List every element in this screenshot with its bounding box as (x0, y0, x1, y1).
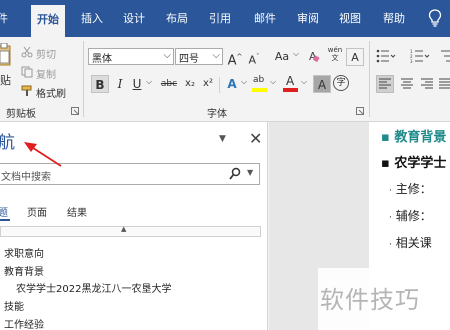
change-case-button[interactable]: Aa (270, 48, 294, 66)
phonetic-guide-label: wén (327, 46, 343, 54)
text-effects-button[interactable]: A (223, 75, 241, 93)
chevron-down-icon: ⌵ (293, 49, 300, 58)
align-right-icon[interactable] (419, 76, 435, 92)
doc-list-text: 相关课 (395, 236, 432, 250)
font-group-label: 字体 (207, 109, 227, 120)
tab-results[interactable]: 结果 (67, 204, 87, 219)
font-color-label: A (286, 74, 295, 88)
tab-pages[interactable]: 页面 (27, 204, 47, 219)
tab-headings[interactable]: 题 (0, 204, 8, 219)
numbering-icon[interactable]: 1 2 3 (410, 49, 430, 63)
heading-item[interactable]: 技能 (4, 298, 24, 313)
highlight-swatch (252, 88, 267, 92)
tab-insert[interactable]: 插入 (81, 10, 103, 26)
tab-design[interactable]: 设计 (123, 10, 145, 26)
heading-item[interactable]: 求职意向 (4, 245, 44, 260)
justify-icon[interactable] (438, 76, 450, 92)
grow-font-button[interactable]: A^ (226, 48, 244, 68)
highlight-label: ab (253, 75, 265, 85)
font-name-value: 黑体 (92, 54, 112, 65)
clear-formatting-icon[interactable]: A (308, 49, 320, 63)
doc-degree-text: 农学学士 (394, 156, 447, 171)
font-size-dropdown[interactable]: 四号 ⌵ (175, 48, 223, 65)
align-center-icon[interactable] (399, 76, 415, 92)
doc-list-item: · 辅修： (389, 209, 432, 223)
font-color-button[interactable]: A (282, 74, 300, 93)
doc-heading: ▪ 教育背景 (381, 130, 447, 145)
strikethrough-button[interactable]: abc (158, 75, 180, 93)
align-left-button[interactable] (376, 75, 394, 93)
chevron-down-icon: ⌵ (241, 77, 248, 86)
shrink-font-button[interactable]: Aˇ (245, 48, 263, 67)
ribbon-separator (219, 77, 220, 93)
character-border-button[interactable]: A (346, 48, 364, 66)
doc-heading-text: 教育背景 (394, 130, 447, 145)
chevron-up-icon: ▲ (121, 225, 127, 233)
doc-list-item: · 主修： (389, 182, 432, 196)
chevron-down-icon: ⌵ (301, 77, 308, 86)
chevron-down-icon: ⌵ (270, 77, 277, 86)
tab-references[interactable]: 引用 (209, 10, 231, 26)
chevron-down-icon: ⌵ (146, 77, 153, 86)
dialog-launcher-icon[interactable] (356, 107, 364, 115)
ribbon-separator (83, 41, 84, 117)
subscript-button[interactable]: x₂ (181, 75, 199, 93)
pane-options-icon[interactable]: ▼ (219, 134, 226, 144)
tab-mailings[interactable]: 邮件 (254, 10, 276, 26)
annotation-arrow (24, 142, 62, 167)
bold-button[interactable]: B (91, 75, 109, 93)
font-size-value: 四号 (179, 54, 199, 65)
active-tab-indicator (0, 219, 10, 221)
highlight-color-button[interactable]: ab (251, 75, 269, 93)
lightbulb-icon[interactable] (428, 9, 442, 27)
font-color-swatch (283, 88, 298, 92)
tab-layout[interactable]: 布局 (166, 10, 188, 26)
superscript-button[interactable]: x² (199, 75, 217, 93)
tab-help[interactable]: 帮助 (383, 10, 405, 26)
ribbon-separator (369, 41, 370, 117)
doc-degree-line: ▪ 农学学士 (381, 156, 447, 171)
scroll-up-button[interactable]: ▲ (0, 225, 261, 237)
underline-button[interactable]: U (128, 75, 146, 93)
phonetic-guide-button[interactable]: wén 文 (326, 46, 344, 64)
align-left-icon (379, 78, 391, 89)
doc-list-text: 主修： (395, 182, 432, 196)
multilevel-list-icon[interactable] (441, 49, 450, 63)
heading-item[interactable]: 农学学士2022黑龙江八一农垦大学 (16, 280, 171, 295)
doc-list-item: · 相关课 (389, 236, 432, 250)
italic-button[interactable]: I (111, 75, 129, 93)
close-icon[interactable]: ✕ (249, 129, 262, 148)
tab-review[interactable]: 审阅 (297, 10, 319, 26)
heading-item[interactable]: 教育背景 (4, 263, 44, 278)
chevron-down-icon: ⌵ (212, 50, 220, 61)
search-icon[interactable] (229, 167, 241, 181)
tab-view[interactable]: 视图 (339, 10, 361, 26)
bullets-icon[interactable] (376, 49, 396, 63)
font-name-dropdown[interactable]: 黑体 ⌵ (88, 48, 174, 65)
word-window: 件 开始 插入 设计 布局 引用 邮件 审阅 视图 帮助 贴 剪切 复制 格式刷… (0, 0, 450, 330)
chevron-down-icon: ⌵ (163, 50, 171, 61)
doc-list-text: 辅修： (395, 209, 432, 223)
chevron-down-icon[interactable]: ▼ (247, 168, 253, 177)
heading-item[interactable]: 工作经验 (4, 316, 44, 330)
svg-text:3: 3 (410, 59, 413, 63)
watermark: 软件技巧 (318, 268, 450, 330)
enclose-characters-button[interactable]: 字 (333, 75, 349, 91)
character-shading-button[interactable]: A (313, 75, 331, 93)
